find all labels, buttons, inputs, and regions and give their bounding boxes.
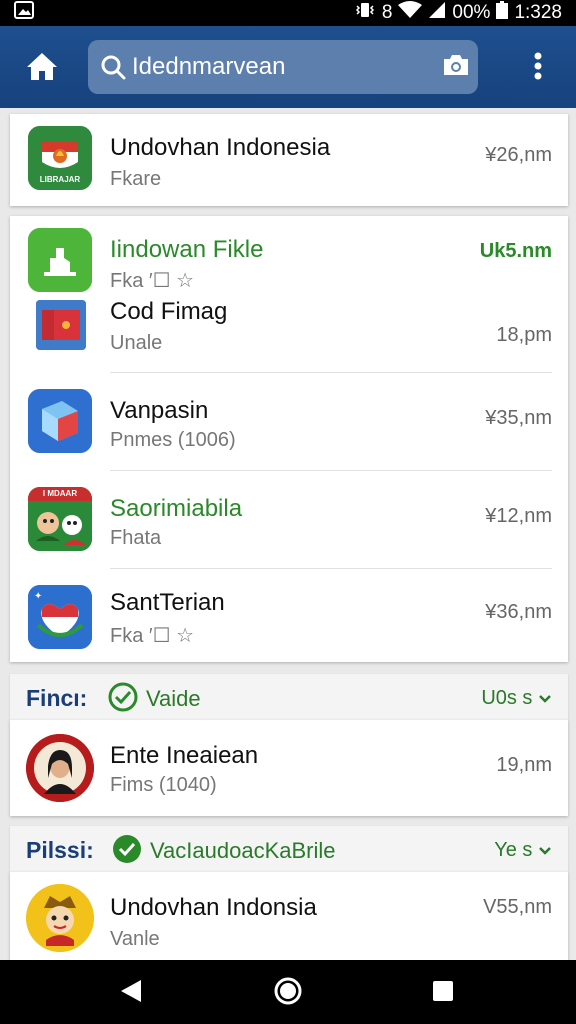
mascot-character-icon [26,884,94,952]
more-vert-icon [533,51,543,86]
section-label: Pilssi: [26,837,94,863]
result-subtitle: Fkare [110,168,162,190]
result-meta: ¥36,nm [485,601,552,623]
result-card: Undovhan Indonsia Vanle V55,nm [10,872,568,960]
result-card: Iindowan Fikle Fka ′☐ ☆ Uk5.nm Cod Fimag… [10,216,568,662]
signal-icon [428,1,446,25]
section-filter-dropdown[interactable]: U0s s [481,687,552,710]
section-check-text: VacIaudoacKaBrile [150,838,336,863]
filter-label: U0s s [481,687,533,709]
list-item[interactable]: Iindowan Fikle Fka ′☐ ☆ Uk5.nm [10,216,568,292]
result-meta: Uk5.nm [479,240,552,262]
result-title: SantTerian [110,589,225,616]
recents-icon [432,980,454,1007]
system-nav-bar [0,960,576,1024]
alarm-icon: 8 [381,2,393,23]
list-item[interactable]: Cod Fimag Unale 18,pm [10,286,568,372]
search-input[interactable] [132,53,442,81]
result-meta: ¥26,nm [485,144,552,166]
result-meta: 18,pm [496,324,552,346]
result-subtitle: Pnmes (1006) [110,429,236,451]
back-button[interactable] [114,976,148,1010]
result-subtitle: Unale [110,332,163,354]
flag-card-icon [36,300,86,350]
icon-caption: LIBRAJAR [39,175,81,184]
battery-icon [496,1,509,25]
result-title: Undovhan Indonesia [110,134,331,161]
list-item[interactable]: LIBRAJAR Undovhan Indonesia Fkare ¥26,nm [10,114,568,206]
result-title: Saorimiabila [110,495,243,522]
chevron-down-icon [538,839,552,861]
section-label: Fincı: [26,685,88,711]
app-bar [0,26,576,108]
list-item[interactable]: Undovhan Indonsia Vanle V55,nm [10,872,568,960]
result-card: LIBRAJAR Undovhan Indonesia Fkare ¥26,nm [10,114,568,206]
vibrate-icon [354,1,376,25]
section-header: Pilssi: VacIaudoacKaBrile Ye s [10,826,568,872]
chevron-down-icon [538,687,552,709]
svg-text:✦: ✦ [34,591,42,602]
check-circle-icon [108,682,138,712]
camera-button[interactable] [442,54,470,80]
wifi-icon [398,1,423,25]
home-circle-icon [273,976,303,1011]
check-circle-icon [112,834,142,864]
section-filter-dropdown[interactable]: Ye s [494,839,552,862]
result-subtitle: Vanle [110,928,160,950]
indonesia-emblem-icon: LIBRAJAR [28,126,92,190]
filter-label: Ye s [494,839,533,861]
home-button[interactable] [22,50,62,86]
list-item[interactable]: ✦ SantTerian Fka ′☐ ☆ ¥36,nm [10,569,568,662]
result-subtitle: Fhata [110,527,162,549]
result-subtitle: Fka ′☐ ☆ [110,625,195,647]
status-bar: 8 00% 1:328 [0,0,576,26]
result-title: Iindowan Fikle [110,236,264,263]
result-meta: V55,nm [483,896,552,918]
list-item[interactable]: I MDAAR Saorimiabila Fhata ¥12,nm [10,471,568,569]
section-check-text: Vaide [146,686,201,711]
result-title: Cod Fimag [110,298,228,325]
result-card: Ente Ineaiean Fims (1040) 19,nm [10,720,568,816]
result-subtitle: Fims (1040) [110,774,217,796]
woman-portrait-icon [26,734,94,802]
search-box[interactable] [88,40,478,94]
results-list: LIBRAJAR Undovhan Indonesia Fkare ¥26,nm… [0,108,576,960]
result-title: Vanpasin [110,397,209,424]
clock: 1:328 [514,2,562,23]
result-meta: ¥35,nm [485,407,552,429]
battery-text: 00% [452,2,491,23]
list-item[interactable]: Vanpasin Pnmes (1006) ¥35,nm [10,373,568,471]
search-icon [100,54,126,80]
icon-caption: I MDAAR [42,489,78,498]
cartoon-characters-icon: I MDAAR [28,487,92,551]
play-cube-icon [28,389,92,453]
recents-button[interactable] [426,976,460,1010]
indonesia-heart-icon: ✦ [28,585,92,649]
more-options-button[interactable] [524,48,552,88]
home-icon [25,51,59,86]
section-header: Fincı: Vaide U0s s [10,674,568,720]
camera-icon [442,53,470,82]
gallery-notification-icon [14,1,34,25]
back-icon [119,978,143,1009]
home-nav-button[interactable] [271,976,305,1010]
result-title: Ente Ineaiean [110,742,259,769]
result-meta: 19,nm [496,754,552,776]
result-title: Undovhan Indonsia [110,894,317,921]
result-meta: ¥12,nm [485,505,552,527]
green-app-icon [28,228,92,292]
list-item[interactable]: Ente Ineaiean Fims (1040) 19,nm [10,720,568,816]
